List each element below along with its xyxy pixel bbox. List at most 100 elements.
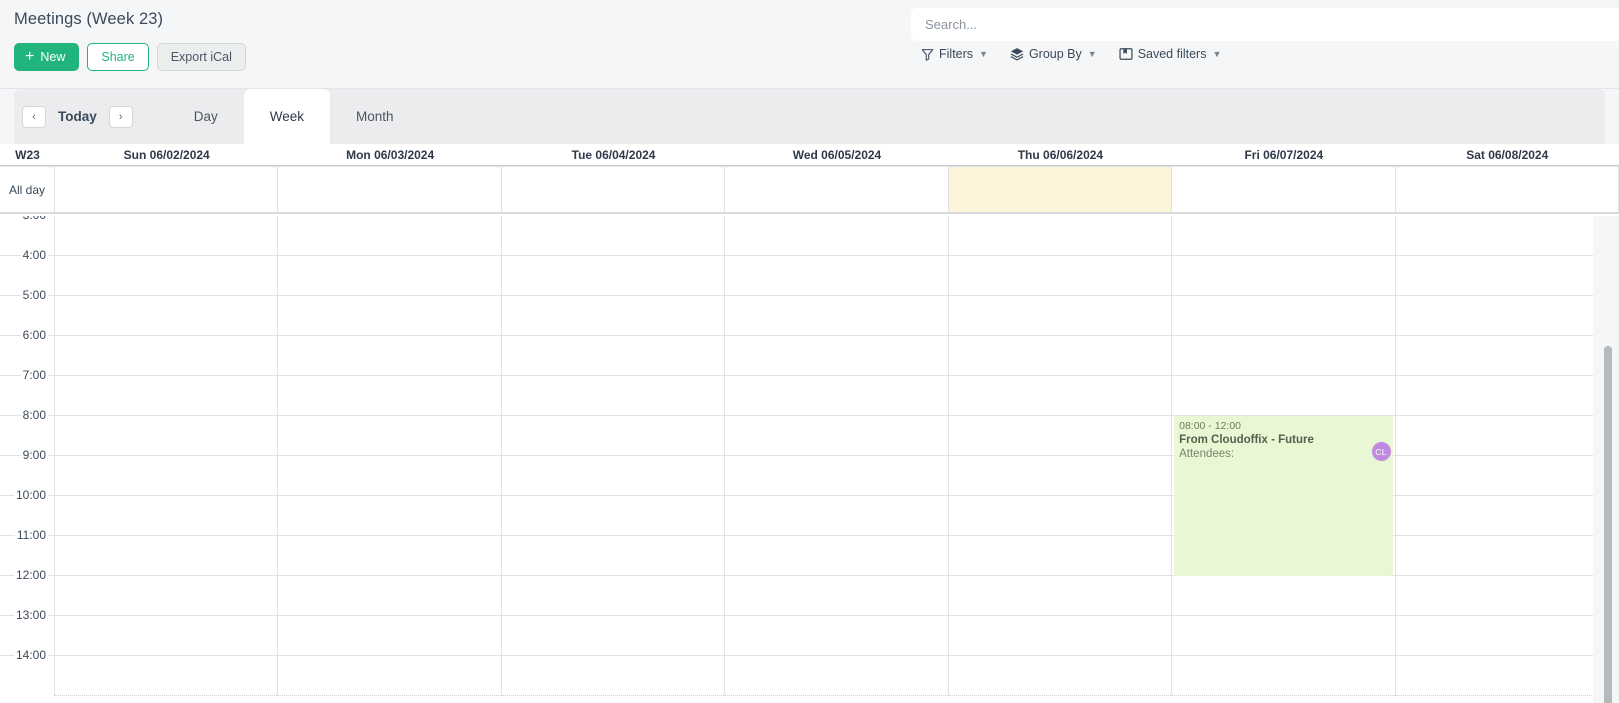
time-slot[interactable]: [501, 375, 725, 416]
time-slot[interactable]: [501, 535, 725, 576]
time-slot[interactable]: [278, 415, 501, 456]
new-button[interactable]: + New: [14, 43, 80, 71]
search-bar[interactable]: [911, 8, 1619, 41]
time-slot[interactable]: [278, 375, 501, 416]
today-button[interactable]: Today: [56, 109, 99, 124]
all-day-cell-6[interactable]: [1395, 166, 1619, 212]
time-slot[interactable]: [55, 216, 278, 256]
time-slot[interactable]: [278, 655, 501, 696]
time-slot[interactable]: [278, 295, 501, 336]
time-slot[interactable]: [1395, 455, 1618, 496]
group-by-dropdown[interactable]: Group By ▼: [1010, 47, 1097, 61]
time-slot[interactable]: [55, 655, 278, 696]
time-slot[interactable]: [725, 535, 948, 576]
time-slot[interactable]: [1172, 255, 1395, 296]
time-slot[interactable]: [1172, 335, 1395, 376]
time-slot[interactable]: [725, 455, 948, 496]
time-slot[interactable]: [55, 535, 278, 576]
time-slot[interactable]: [1395, 216, 1618, 256]
all-day-cell-5[interactable]: [1172, 166, 1396, 212]
time-slot[interactable]: [948, 375, 1172, 416]
time-slot[interactable]: [948, 495, 1172, 536]
time-slot[interactable]: [725, 615, 948, 656]
time-slot[interactable]: [725, 575, 948, 616]
time-slot[interactable]: [1395, 335, 1618, 376]
calendar-event[interactable]: 08:00 - 12:00 From Cloudoffix - Future Att…: [1174, 416, 1393, 576]
time-slot[interactable]: [948, 295, 1172, 336]
time-slot[interactable]: [725, 335, 948, 376]
avatar[interactable]: CL: [1371, 442, 1391, 461]
time-slot[interactable]: [1172, 575, 1395, 616]
day-column-2[interactable]: [501, 216, 726, 696]
time-slot[interactable]: [1395, 615, 1618, 656]
saved-filters-dropdown[interactable]: Saved filters ▼: [1119, 47, 1221, 61]
time-slot[interactable]: [1395, 415, 1618, 456]
time-slot[interactable]: [948, 415, 1172, 456]
time-grid-scroll-area[interactable]: 3:00 4:00 5:00 6:00 7:00 8:00 9:00 10:00 11:00 12…: [0, 216, 1619, 703]
time-slot[interactable]: [1172, 216, 1395, 256]
time-slot[interactable]: [1395, 495, 1618, 536]
time-slot[interactable]: [55, 335, 278, 376]
all-day-cell-0[interactable]: [55, 166, 279, 212]
time-slot[interactable]: [55, 255, 278, 296]
time-slot[interactable]: [278, 255, 501, 296]
time-slot[interactable]: [55, 415, 278, 456]
time-slot[interactable]: [1395, 295, 1618, 336]
time-slot[interactable]: [55, 455, 278, 496]
time-slot[interactable]: [1395, 375, 1618, 416]
time-slot[interactable]: [278, 455, 501, 496]
time-slot[interactable]: [55, 375, 278, 416]
all-day-cell-4[interactable]: [948, 166, 1173, 212]
time-slot[interactable]: [501, 216, 725, 256]
time-slot[interactable]: [501, 615, 725, 656]
time-slot[interactable]: [725, 375, 948, 416]
time-slot[interactable]: [725, 255, 948, 296]
next-period-button[interactable]: ›: [108, 105, 133, 128]
time-slot[interactable]: [501, 295, 725, 336]
time-slot[interactable]: [55, 295, 278, 336]
time-slot[interactable]: [948, 575, 1172, 616]
time-slot[interactable]: [1172, 295, 1395, 336]
time-slot[interactable]: [501, 455, 725, 496]
time-slot[interactable]: [55, 575, 278, 616]
scrollbar-thumb[interactable]: [1604, 346, 1612, 703]
time-slot[interactable]: [1395, 255, 1618, 296]
time-slot[interactable]: [501, 655, 725, 696]
day-column-4[interactable]: [948, 216, 1173, 696]
filters-dropdown[interactable]: Filters ▼: [921, 47, 988, 61]
time-slot[interactable]: [501, 415, 725, 456]
search-input[interactable]: [911, 8, 1619, 41]
time-slot[interactable]: [55, 495, 278, 536]
time-slot[interactable]: [948, 655, 1172, 696]
all-day-cell-3[interactable]: [725, 166, 949, 212]
all-day-cell-1[interactable]: [278, 166, 502, 212]
time-slot[interactable]: [278, 575, 501, 616]
prev-period-button[interactable]: ‹: [22, 105, 46, 128]
tab-month[interactable]: Month: [330, 89, 420, 144]
time-slot[interactable]: [278, 535, 501, 576]
time-slot[interactable]: [948, 335, 1172, 376]
time-slot[interactable]: [948, 535, 1172, 576]
time-slot[interactable]: [278, 495, 501, 536]
time-slot[interactable]: [725, 216, 948, 256]
day-column-6[interactable]: [1395, 216, 1619, 696]
time-slot[interactable]: [948, 216, 1172, 256]
day-column-0[interactable]: [55, 216, 279, 696]
vertical-scrollbar[interactable]: [1604, 216, 1612, 703]
time-slot[interactable]: [725, 495, 948, 536]
time-slot[interactable]: [501, 255, 725, 296]
time-slot[interactable]: [278, 216, 501, 256]
time-slot[interactable]: [948, 615, 1172, 656]
time-slot[interactable]: [725, 415, 948, 456]
time-slot[interactable]: [725, 655, 948, 696]
day-column-5[interactable]: 08:00 - 12:00 From Cloudoffix - Future Att…: [1172, 216, 1396, 696]
time-slot[interactable]: [725, 295, 948, 336]
tab-day[interactable]: Day: [168, 89, 244, 144]
all-day-cell-2[interactable]: [501, 166, 726, 212]
time-slot[interactable]: [501, 575, 725, 616]
time-slot[interactable]: [1395, 535, 1618, 576]
time-slot[interactable]: [948, 255, 1172, 296]
day-column-3[interactable]: [725, 216, 949, 696]
share-button[interactable]: Share: [87, 43, 149, 71]
time-slot[interactable]: [1395, 655, 1618, 696]
